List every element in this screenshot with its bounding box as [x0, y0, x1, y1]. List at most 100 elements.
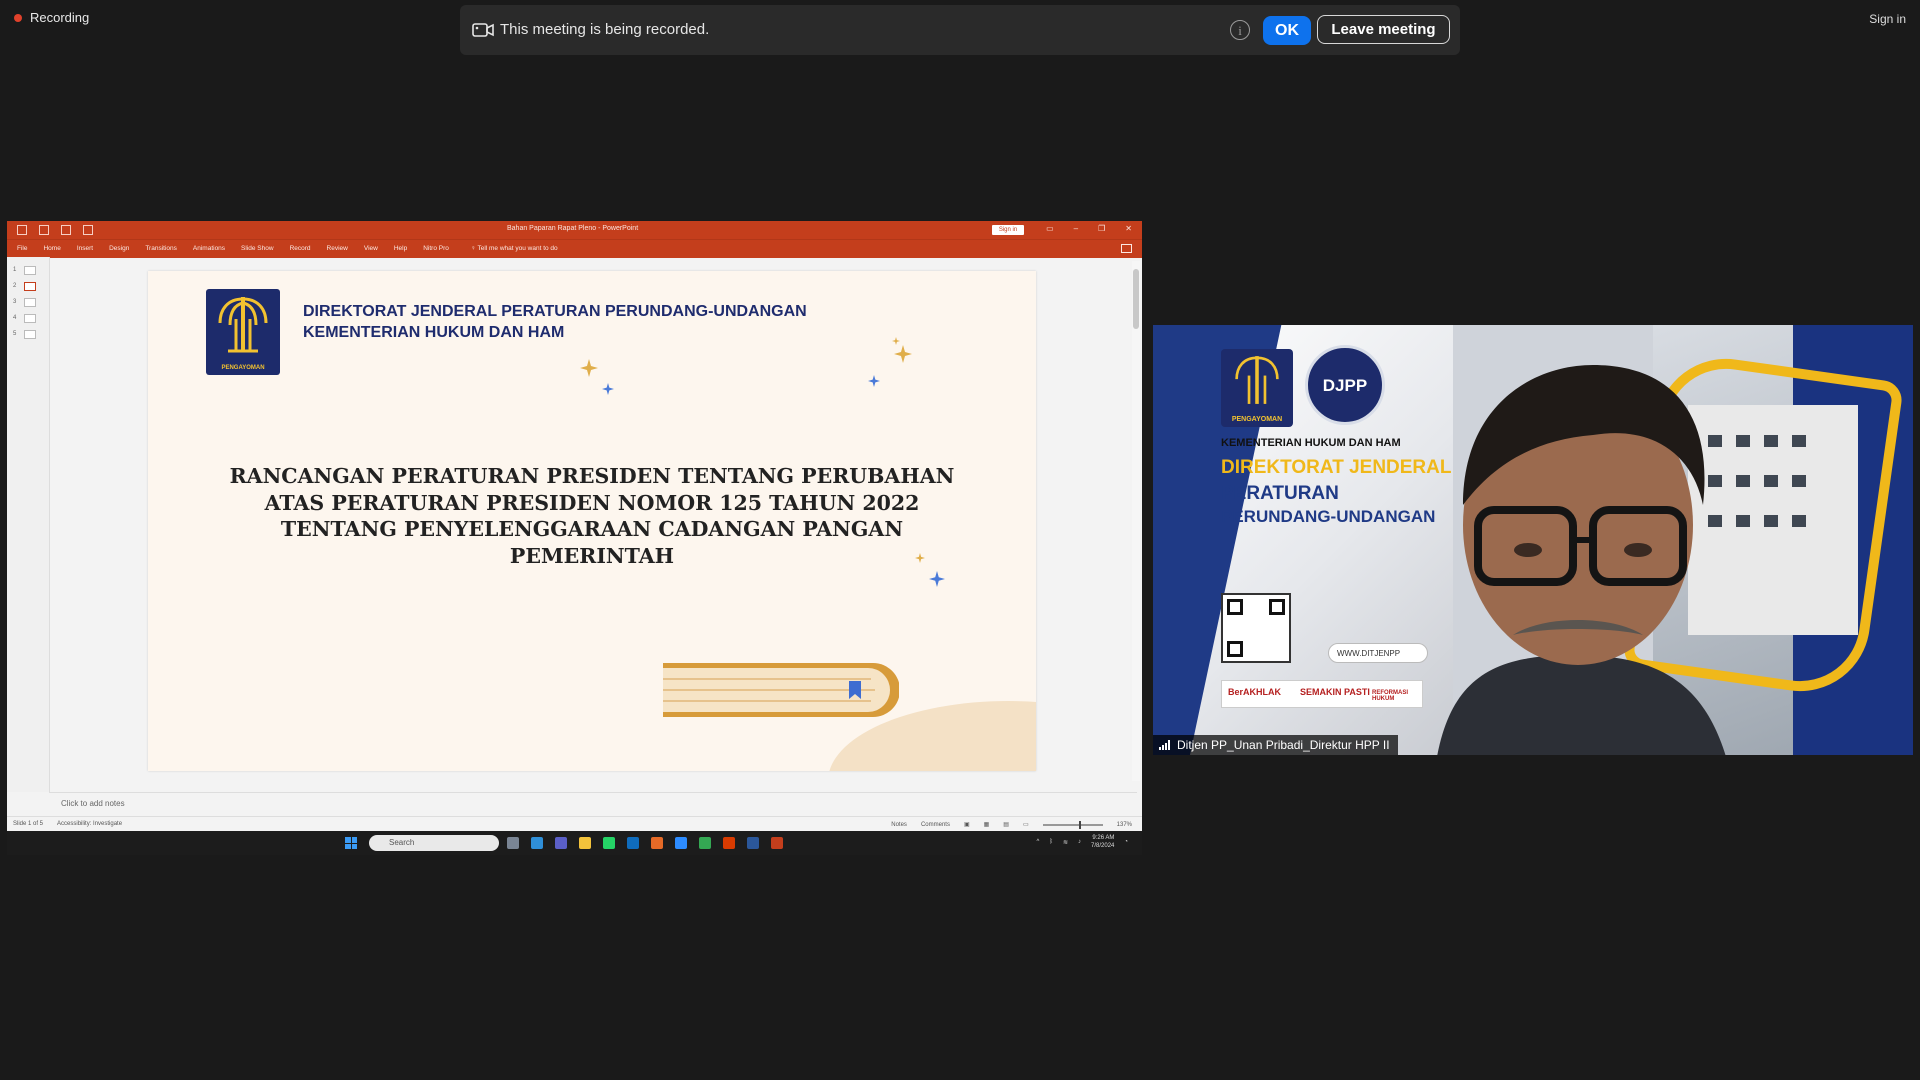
notification-bell-icon[interactable]: ◔	[1124, 839, 1128, 845]
leave-meeting-button[interactable]: Leave meeting	[1317, 15, 1450, 44]
office-icon[interactable]	[723, 837, 735, 849]
slideshow-view-icon[interactable]: ▭	[1023, 821, 1029, 828]
restore-icon[interactable]: ❐	[1098, 224, 1105, 233]
windows-taskbar: Search ^ ᛒ ≋ ♪ 9:26 AM 7/8/2024 ◔	[7, 831, 1142, 855]
background-line1-text: PERATURAN	[1221, 483, 1339, 504]
background-ministry-text: KEMENTERIAN HUKUM DAN HAM	[1221, 437, 1401, 449]
undo-icon[interactable]	[39, 225, 49, 235]
tab-file[interactable]: File	[17, 245, 27, 252]
whatsapp-icon[interactable]	[603, 837, 615, 849]
powerpoint-icon[interactable]	[771, 837, 783, 849]
info-icon[interactable]: i	[1230, 20, 1250, 40]
djpp-logo-text: DJPP	[1322, 376, 1368, 395]
ok-button[interactable]: OK	[1263, 16, 1311, 45]
slide-thumbnail[interactable]: 4	[13, 314, 36, 323]
file-explorer-icon[interactable]	[579, 837, 591, 849]
tab-transitions[interactable]: Transitions	[145, 245, 177, 252]
comments-icon[interactable]	[1121, 244, 1132, 253]
slide-thumbnail[interactable]: 2	[13, 282, 36, 291]
word-icon[interactable]	[747, 837, 759, 849]
redo-icon[interactable]	[61, 225, 71, 235]
tree-emblem-icon	[218, 297, 268, 353]
windows-start-icon[interactable]	[345, 837, 357, 849]
zoom-level[interactable]: 137%	[1117, 822, 1132, 828]
sparkle-icon	[892, 337, 900, 345]
start-slideshow-icon[interactable]	[83, 225, 93, 235]
taskbar-apps	[507, 837, 783, 849]
powerpoint-sign-in-button[interactable]: Sign in	[992, 225, 1024, 235]
chrome-icon[interactable]	[699, 837, 711, 849]
sparkle-icon	[894, 345, 912, 363]
tab-nitro-pro[interactable]: Nitro Pro	[423, 245, 449, 252]
clock-date: 7/8/2024	[1091, 843, 1115, 849]
slide-counter: Slide 1 of 5	[13, 821, 44, 827]
wifi-icon[interactable]: ≋	[1063, 839, 1068, 846]
save-icon[interactable]	[17, 225, 27, 235]
signal-strength-icon	[1159, 740, 1170, 750]
slide-number: 2	[13, 283, 17, 289]
sparkle-icon	[580, 359, 598, 377]
ribbon-tabs: File Home Insert Design Transitions Anim…	[7, 239, 1142, 258]
taskbar-search[interactable]: Search	[369, 835, 499, 851]
scrollbar-thumb[interactable]	[1133, 269, 1139, 329]
chevron-up-icon[interactable]: ^	[1037, 839, 1040, 845]
firefox-icon[interactable]	[651, 837, 663, 849]
zoom-slider-handle[interactable]	[1078, 820, 1081, 829]
slide-thumbnail[interactable]: 5	[13, 330, 36, 339]
slide-thumbnail[interactable]: 3	[13, 298, 36, 307]
accessibility-status[interactable]: Accessibility: Investigate	[57, 821, 122, 827]
tab-record[interactable]: Record	[290, 245, 311, 252]
tell-me-search[interactable]: ♀ Tell me what you want to do	[471, 245, 558, 252]
taskbar-clock[interactable]: 9:26 AM 7/8/2024	[1091, 834, 1114, 850]
mail-icon[interactable]	[627, 837, 639, 849]
book-illustration	[663, 663, 899, 717]
tell-me-label: Tell me what you want to do	[477, 245, 558, 252]
ribbon-display-icon[interactable]: ▭	[1046, 224, 1054, 233]
minimize-icon[interactable]: –	[1074, 224, 1078, 233]
sorter-view-icon[interactable]: ▦	[984, 821, 990, 828]
recording-notice-text: This meeting is being recorded.	[500, 21, 710, 38]
edge-icon[interactable]	[531, 837, 543, 849]
zoom-slider[interactable]	[1042, 820, 1103, 829]
tab-insert[interactable]: Insert	[77, 245, 93, 252]
notes-toggle[interactable]: Notes	[891, 822, 907, 828]
tree-emblem-icon	[1235, 356, 1279, 404]
participant-video-tile[interactable]: PENGAYOMAN DJPP KEMENTERIAN HUKUM DAN HA…	[1153, 325, 1913, 755]
comments-toggle[interactable]: Comments	[921, 822, 950, 828]
notes-pane[interactable]: Click to add notes	[49, 792, 1137, 816]
pengayoman-logo: PENGAYOMAN	[1221, 349, 1293, 427]
badge-semakin-pasti: SEMAKIN PASTI	[1300, 687, 1370, 697]
thumbnail-image	[24, 282, 36, 291]
recording-indicator: Recording	[14, 10, 89, 25]
tab-help[interactable]: Help	[394, 245, 407, 252]
slide-header-line2: KEMENTERIAN HUKUM DAN HAM	[303, 324, 565, 341]
reading-view-icon[interactable]: ▤	[1003, 821, 1009, 828]
slide-main-title: RANCANGAN PERATURAN PRESIDEN TENTANG PER…	[228, 463, 956, 569]
logo-caption: PENGAYOMAN	[221, 365, 265, 371]
tab-view[interactable]: View	[364, 245, 378, 252]
sign-in-link[interactable]: Sign in	[1869, 12, 1906, 26]
slide-canvas[interactable]: PENGAYOMAN DIREKTORAT JENDERAL PERATURAN…	[148, 271, 1036, 771]
system-tray: ^ ᛒ ≋ ♪ 9:26 AM 7/8/2024 ◔	[1037, 834, 1128, 850]
tab-slide-show[interactable]: Slide Show	[241, 245, 274, 252]
vertical-scrollbar[interactable]	[1132, 261, 1140, 781]
task-view-icon[interactable]	[507, 837, 519, 849]
tab-review[interactable]: Review	[327, 245, 348, 252]
slide-number: 3	[13, 299, 17, 305]
teams-icon[interactable]	[555, 837, 567, 849]
tab-design[interactable]: Design	[109, 245, 129, 252]
tab-home[interactable]: Home	[43, 245, 60, 252]
tab-animations[interactable]: Animations	[193, 245, 225, 252]
zoom-app-icon[interactable]	[675, 837, 687, 849]
sparkle-icon	[929, 571, 945, 587]
title-line: RANCANGAN PERATURAN PRESIDEN TENTANG PER…	[229, 464, 955, 488]
volume-icon[interactable]: ♪	[1078, 839, 1081, 845]
normal-view-icon[interactable]: ▣	[964, 821, 970, 828]
slide-thumbnail[interactable]: 1	[13, 266, 36, 275]
close-icon[interactable]: ✕	[1125, 224, 1132, 233]
participant-name-tag: Ditjen PP_Unan Pribadi_Direktur HPP II	[1153, 735, 1398, 755]
bluetooth-icon[interactable]: ᛒ	[1049, 839, 1053, 845]
djpp-logo: DJPP	[1305, 345, 1385, 425]
participant-person	[1437, 365, 1726, 755]
slide-number: 5	[13, 331, 17, 337]
